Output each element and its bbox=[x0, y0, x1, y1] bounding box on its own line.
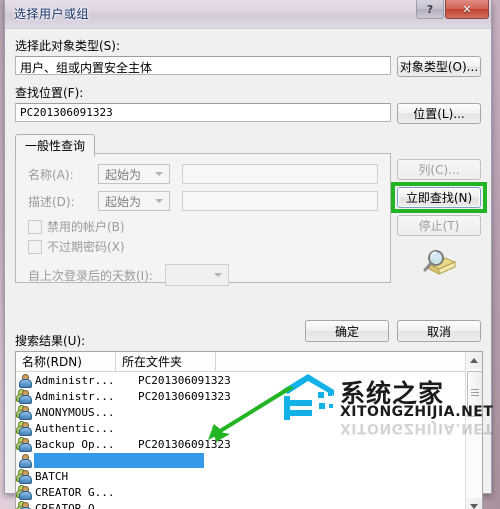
non-expiring-password-label: 不过期密码(X) bbox=[47, 240, 125, 254]
table-row[interactable]: Backup Op... PC201306091323 bbox=[16, 436, 482, 452]
results-rows: Administr... PC201306091323 Administr... PC… bbox=[16, 372, 482, 509]
magnifier-icon bbox=[415, 248, 481, 282]
tab-common-queries[interactable]: 一般性查询 bbox=[15, 134, 96, 157]
title-bar: 选择用户或组 ? ✕ bbox=[5, 0, 491, 29]
disabled-accounts-checkbox-row[interactable]: 禁用的帐户(B) bbox=[28, 218, 378, 235]
table-row[interactable]: CREATOR G... bbox=[16, 484, 482, 500]
cancel-button[interactable]: 取消 bbox=[397, 320, 481, 342]
description-label: 描述(D): bbox=[28, 194, 75, 209]
checkbox-icon[interactable] bbox=[28, 219, 42, 234]
name-label: 名称(A): bbox=[28, 167, 74, 182]
table-row[interactable]: CREATOR O... bbox=[16, 500, 482, 509]
column-header-folder[interactable]: 所在文件夹 bbox=[116, 352, 216, 371]
checkbox-icon[interactable] bbox=[28, 239, 42, 254]
name-condition-select[interactable]: 起始为 bbox=[98, 164, 170, 184]
name-input[interactable] bbox=[182, 164, 378, 184]
table-row[interactable]: Administr... PC201306091323 bbox=[16, 388, 482, 404]
ok-button[interactable]: 确定 bbox=[305, 320, 389, 342]
search-results-list[interactable]: 名称(RDN) 所在文件夹 Administr... PC201306091323… bbox=[15, 351, 483, 509]
window-buttons: ? ✕ bbox=[415, 0, 489, 19]
row-name: BATCH bbox=[35, 469, 69, 483]
scrollbar-thumb[interactable] bbox=[467, 371, 482, 417]
dialog-buttons: 确定 取消 bbox=[297, 320, 481, 342]
group-icon bbox=[16, 500, 34, 509]
row-folder: PC201306091323 bbox=[138, 389, 231, 403]
row-name: Backup Op... bbox=[35, 437, 115, 451]
name-condition-value: 起始为 bbox=[105, 167, 142, 182]
object-type-label: 选择此对象类型(S): bbox=[15, 39, 121, 53]
table-row[interactable]: Administr... PC201306091323 bbox=[16, 372, 482, 388]
group-icon bbox=[16, 388, 34, 404]
row-folder: PC201306091323 bbox=[138, 373, 231, 387]
location-row: PC201306091323 位置(L)... bbox=[15, 103, 481, 124]
table-row[interactable]: ANONYMOUS... bbox=[16, 404, 482, 420]
user-icon bbox=[16, 372, 34, 388]
chevron-down-icon bbox=[155, 199, 163, 203]
object-type-input[interactable]: 用户、组或内置安全主体 bbox=[15, 56, 391, 75]
table-row[interactable]: Authentic... bbox=[16, 420, 482, 436]
group-icon bbox=[16, 404, 34, 420]
scroll-up-icon[interactable] bbox=[466, 352, 482, 369]
name-query-row: 名称(A): 起始为 bbox=[28, 164, 378, 184]
non-expiring-password-checkbox-row[interactable]: 不过期密码(X) bbox=[28, 238, 378, 255]
disabled-accounts-label: 禁用的帐户(B) bbox=[47, 220, 125, 234]
chevron-down-icon bbox=[213, 273, 222, 277]
object-types-button[interactable]: 对象类型(O)... bbox=[397, 56, 481, 77]
tab-strip: 一般性查询 bbox=[15, 134, 391, 157]
table-row[interactable]: BATCH bbox=[16, 468, 482, 484]
row-name: CREATOR O... bbox=[35, 501, 115, 509]
grip-icon bbox=[471, 389, 479, 396]
days-since-login-row: 自上次登录后的天数(I): bbox=[28, 264, 378, 286]
table-row[interactable] bbox=[16, 452, 482, 468]
row-name: Administr... bbox=[35, 373, 115, 387]
row-name: Authentic... bbox=[35, 421, 115, 435]
description-query-row: 描述(D): 起始为 bbox=[28, 191, 378, 211]
column-header-name[interactable]: 名称(RDN) bbox=[16, 352, 116, 371]
group-icon bbox=[16, 484, 34, 500]
description-input[interactable] bbox=[182, 191, 378, 211]
group-icon bbox=[16, 420, 34, 436]
object-type-row: 用户、组或内置安全主体 对象类型(O)... bbox=[15, 56, 481, 77]
columns-button[interactable]: 列(C)... bbox=[397, 159, 481, 180]
results-scrollbar[interactable] bbox=[465, 352, 482, 509]
row-name: CREATOR G... bbox=[35, 485, 115, 499]
search-results-label: 搜索结果(U): bbox=[15, 334, 86, 348]
row-name bbox=[34, 452, 204, 468]
group-icon bbox=[16, 436, 34, 452]
row-name: ANONYMOUS... bbox=[35, 405, 115, 419]
help-icon[interactable]: ? bbox=[416, 0, 444, 19]
window-title: 选择用户或组 bbox=[14, 7, 90, 21]
description-condition-select[interactable]: 起始为 bbox=[98, 191, 170, 211]
results-header-row: 名称(RDN) 所在文件夹 bbox=[16, 352, 482, 372]
location-label: 查找位置(F): bbox=[15, 86, 84, 100]
dialog-client-area: 选择此对象类型(S): 用户、组或内置安全主体 对象类型(O)... 查找位置(… bbox=[5, 29, 491, 509]
stop-button[interactable]: 停止(T) bbox=[397, 215, 481, 236]
days-since-login-select[interactable] bbox=[164, 264, 229, 286]
user-icon bbox=[16, 452, 34, 468]
row-folder: PC201306091323 bbox=[138, 437, 231, 451]
scroll-down-icon[interactable] bbox=[466, 498, 482, 509]
group-icon bbox=[16, 468, 34, 484]
find-now-button[interactable]: 立即查找(N) bbox=[397, 187, 481, 208]
days-since-login-label: 自上次登录后的天数(I): bbox=[28, 268, 153, 283]
query-action-buttons: 列(C)... 立即查找(N) 停止(T) bbox=[391, 159, 487, 282]
select-users-or-groups-dialog: 选择用户或组 ? ✕ 选择此对象类型(S): 用户、组或内置安全主体 对象类型(… bbox=[4, 0, 492, 509]
locations-button[interactable]: 位置(L)... bbox=[397, 103, 481, 124]
row-name: Administr... bbox=[35, 389, 115, 403]
close-icon[interactable]: ✕ bbox=[445, 0, 489, 19]
column-header-extra[interactable] bbox=[216, 352, 463, 371]
common-queries-panel: 名称(A): 起始为 描述(D): 起始为 禁用的帐户(B) 不过期密码(X) … bbox=[15, 153, 391, 286]
description-condition-value: 起始为 bbox=[105, 194, 142, 209]
chevron-down-icon bbox=[155, 172, 163, 176]
location-input[interactable]: PC201306091323 bbox=[15, 103, 391, 122]
